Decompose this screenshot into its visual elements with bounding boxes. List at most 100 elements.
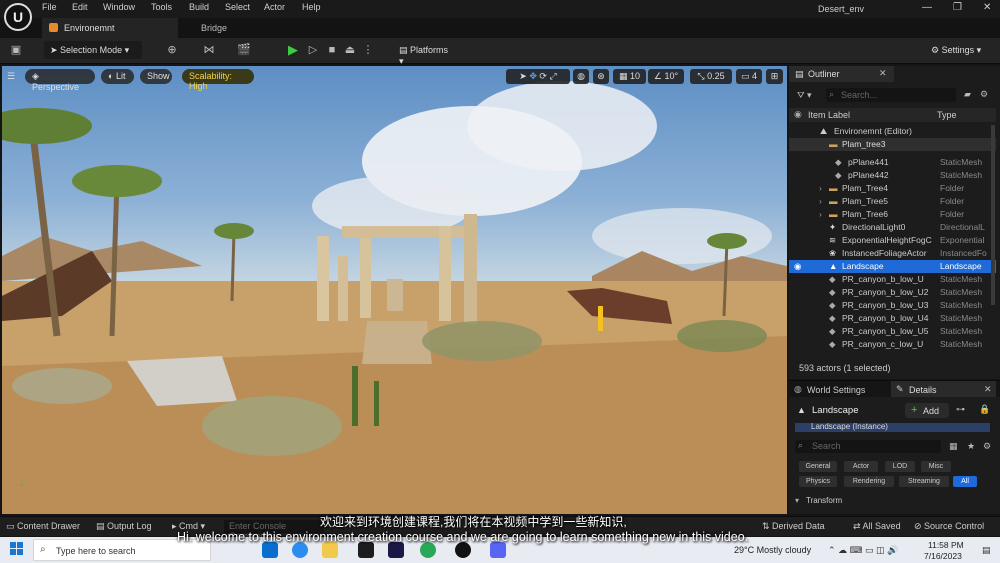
- add-component-button[interactable]: + Add: [905, 403, 949, 418]
- weather-widget[interactable]: 29°C Mostly cloudy: [734, 545, 811, 555]
- outliner-row[interactable]: ⛰ Environemnt (Editor): [789, 125, 996, 138]
- derived-data-button[interactable]: ⇅ Derived Data: [762, 521, 825, 532]
- outliner-row[interactable]: › ▬ Plam_Tree6 Folder: [789, 208, 996, 221]
- chevron-right-icon[interactable]: ›: [819, 196, 822, 206]
- menu-build[interactable]: Build: [189, 2, 209, 12]
- more-options-icon[interactable]: ⋮: [360, 42, 376, 58]
- filter-icon[interactable]: ⛛ ▾: [797, 90, 812, 101]
- outliner-row[interactable]: ◆ PR_canyon_b_low_U3 StaticMesh: [789, 299, 996, 312]
- filter-lod[interactable]: LOD: [885, 461, 915, 472]
- show-dropdown[interactable]: Show: [140, 69, 172, 84]
- filter-all[interactable]: All: [953, 476, 977, 487]
- star-icon[interactable]: ★: [967, 441, 975, 452]
- viewport-menu-icon[interactable]: ☰: [7, 71, 15, 82]
- settings-button[interactable]: ⚙ Settings ▾: [925, 41, 997, 59]
- step-icon[interactable]: ▷: [305, 42, 321, 58]
- outliner-tab[interactable]: ▤ Outliner ✕: [789, 66, 894, 82]
- rotation-snap-button[interactable]: ∠ 10°: [648, 69, 684, 84]
- maximize-icon[interactable]: ❐: [953, 2, 962, 13]
- edge-icon[interactable]: [292, 542, 308, 558]
- store-icon[interactable]: [358, 542, 374, 558]
- filter-general[interactable]: General: [799, 461, 837, 472]
- filter-misc[interactable]: Misc: [921, 461, 951, 472]
- tab-level[interactable]: Environemnt: [42, 18, 178, 38]
- cinematics-icon[interactable]: 🎬: [236, 42, 252, 58]
- close-icon[interactable]: ✕: [983, 2, 991, 13]
- outliner-settings-icon[interactable]: ⚙: [980, 89, 988, 100]
- world-local-icon[interactable]: ◍: [573, 69, 589, 84]
- col-type[interactable]: Type: [937, 110, 957, 120]
- tab-bridge[interactable]: Bridge: [201, 23, 227, 33]
- add-actor-icon[interactable]: ⊕: [164, 42, 180, 58]
- surface-snap-icon[interactable]: ⊛: [593, 69, 609, 84]
- outliner-row[interactable]: ◆ PR_canyon_b_low_U StaticMesh: [789, 273, 996, 286]
- eject-icon[interactable]: ⏏: [342, 42, 358, 58]
- minimize-icon[interactable]: —: [922, 2, 932, 13]
- outliner-row[interactable]: ◆ PR_canyon_b_low_U2 StaticMesh: [789, 286, 996, 299]
- save-status-button[interactable]: ⇄ All Saved: [853, 521, 901, 532]
- folder-add-icon[interactable]: ▰: [964, 89, 971, 100]
- blueprint-icon[interactable]: ⋈: [201, 42, 217, 58]
- filter-streaming[interactable]: Streaming: [899, 476, 949, 487]
- outliner-row[interactable]: ◆ PR_canyon_c_low_U StaticMesh: [789, 338, 996, 351]
- outliner-row[interactable]: ≋ ExponentialHeightFogC Exponential: [789, 234, 996, 247]
- clock-time[interactable]: 11:58 PM: [928, 540, 964, 550]
- rotate-icon[interactable]: ⟳: [539, 71, 547, 81]
- component-tree-item[interactable]: Landscape (Instance): [795, 423, 990, 432]
- menu-select[interactable]: Select: [225, 2, 250, 12]
- menu-tools[interactable]: Tools: [151, 2, 172, 12]
- outliner-row[interactable]: ✦ DirectionalLight0 DirectionalL: [789, 221, 996, 234]
- visibility-icon[interactable]: ◉: [794, 261, 801, 272]
- filter-actor[interactable]: Actor: [844, 461, 878, 472]
- menu-edit[interactable]: Edit: [72, 2, 88, 12]
- filter-physics[interactable]: Physics: [799, 476, 837, 487]
- perspective-dropdown[interactable]: ◈ Perspective: [25, 69, 95, 92]
- windows-start-icon[interactable]: [10, 542, 24, 556]
- discord-icon[interactable]: [490, 542, 506, 558]
- menu-actor[interactable]: Actor: [264, 2, 285, 12]
- menu-help[interactable]: Help: [302, 2, 321, 12]
- camera-speed-button[interactable]: ▭ 4: [736, 69, 762, 84]
- chevron-right-icon[interactable]: ›: [819, 209, 822, 219]
- scale-icon[interactable]: ⤢: [549, 71, 556, 81]
- scale-snap-button[interactable]: ⤡ 0.25: [690, 69, 732, 84]
- whatsapp-icon[interactable]: [420, 542, 436, 558]
- unreal-logo-icon[interactable]: U: [4, 3, 32, 31]
- tab-world-settings[interactable]: World Settings: [807, 385, 865, 395]
- level-viewport[interactable]: [2, 66, 787, 514]
- platforms-dropdown[interactable]: ▤ Platforms ▾: [393, 41, 461, 66]
- selection-mode-dropdown[interactable]: ➤ Selection Mode ▾: [44, 41, 142, 59]
- filter-rendering[interactable]: Rendering: [844, 476, 894, 487]
- outliner-scrollbar[interactable]: [991, 125, 995, 305]
- outliner-close-icon[interactable]: ✕: [879, 68, 887, 79]
- notification-icon[interactable]: ▤: [982, 545, 991, 556]
- tab-details[interactable]: ✎ Details ✕: [891, 381, 996, 397]
- stop-icon[interactable]: ■: [324, 42, 340, 58]
- clock-date[interactable]: 7/16/2023: [924, 551, 962, 561]
- outliner-search-input[interactable]: ⌕ Search...: [826, 88, 956, 102]
- lock-icon[interactable]: 🔒: [979, 404, 990, 415]
- menu-window[interactable]: Window: [103, 2, 135, 12]
- lit-dropdown[interactable]: ◐ Lit: [101, 69, 134, 84]
- details-close-icon[interactable]: ✕: [984, 384, 992, 395]
- outliner-row[interactable]: › ▬ Plam_Tree4 Folder: [789, 182, 996, 195]
- play-icon[interactable]: ▶: [285, 42, 301, 58]
- translate-icon[interactable]: ✥: [529, 71, 537, 81]
- file-explorer-icon[interactable]: [322, 542, 338, 558]
- outliner-row[interactable]: ◆ pPlane442 StaticMesh: [789, 169, 996, 182]
- system-tray-icons[interactable]: ⌃ ☁ ⌨ ▭ ◫ 🔊: [828, 545, 898, 556]
- grid-snap-button[interactable]: ▦ 10: [613, 69, 646, 84]
- layout-icon[interactable]: ⊞: [766, 69, 783, 84]
- transform-tools[interactable]: ➤ ✥ ⟳ ⤢: [506, 69, 570, 84]
- save-icon[interactable]: ▣: [8, 42, 24, 58]
- outliner-row[interactable]: ❀ InstancedFoliageActor InstancedFo: [789, 247, 996, 260]
- blueprint-convert-icon[interactable]: ⊶: [956, 404, 965, 415]
- visibility-icon[interactable]: ◉: [794, 109, 802, 120]
- outliner-row[interactable]: ◆ PR_canyon_b_low_U5 StaticMesh: [789, 325, 996, 338]
- outliner-row[interactable]: ▬ Plam_tree3: [789, 138, 996, 151]
- outliner-row[interactable]: › ▬ Plam_Tree5 Folder: [789, 195, 996, 208]
- section-collapse-icon[interactable]: ▾: [795, 496, 799, 505]
- details-settings-icon[interactable]: ⚙: [983, 441, 991, 452]
- menu-file[interactable]: File: [42, 2, 57, 12]
- task-view-icon[interactable]: [262, 542, 278, 558]
